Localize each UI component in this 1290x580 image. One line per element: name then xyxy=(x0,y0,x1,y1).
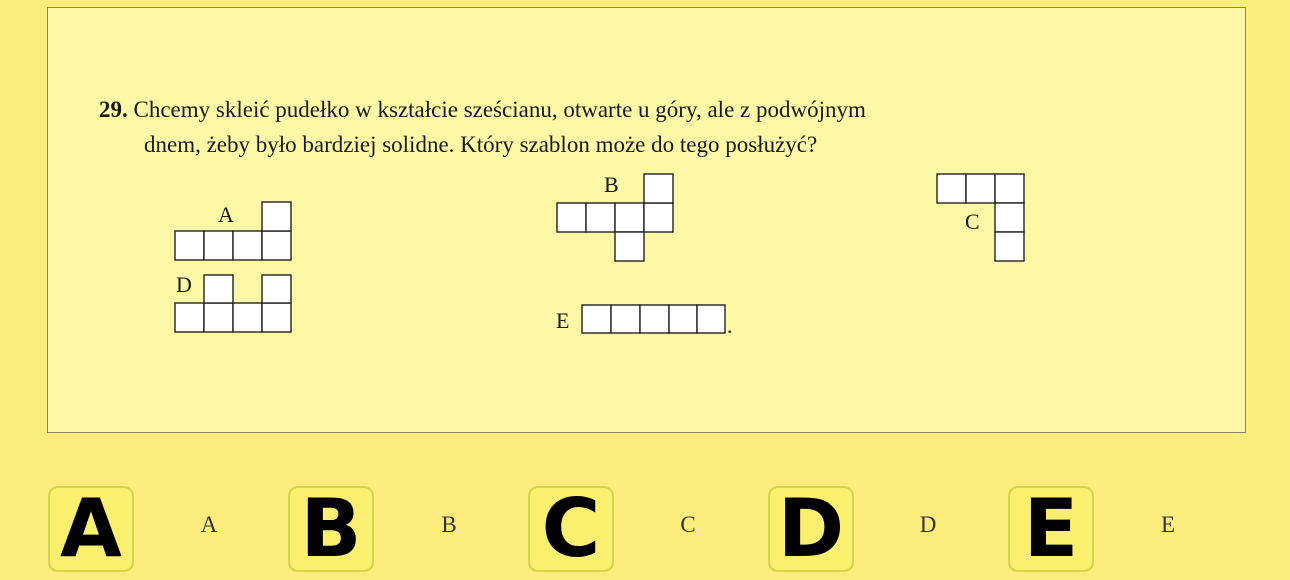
net-e-period: . xyxy=(727,313,733,338)
net-d-label: D xyxy=(176,272,192,297)
net-e xyxy=(581,304,726,334)
answer-e-caption: E xyxy=(1160,512,1176,537)
net-b-label: B xyxy=(604,172,619,197)
net-c-label: C xyxy=(965,209,980,234)
answer-a-button[interactable]: A xyxy=(48,486,134,572)
answer-c-button[interactable]: C xyxy=(528,486,614,572)
net-figures: A D B C E . xyxy=(174,172,1025,338)
answer-b-caption: B xyxy=(441,512,457,537)
net-a-label: A xyxy=(218,202,234,227)
answer-d-button[interactable]: D xyxy=(768,486,854,572)
net-c xyxy=(936,173,1025,262)
answer-b-button[interactable]: B xyxy=(288,486,374,572)
answer-a-caption: A xyxy=(200,512,218,537)
answer-d-caption: D xyxy=(919,512,937,537)
answer-e-button[interactable]: E xyxy=(1008,486,1094,572)
net-e-label: E xyxy=(556,308,569,333)
net-d xyxy=(174,274,292,333)
answer-c-caption: C xyxy=(680,512,696,537)
